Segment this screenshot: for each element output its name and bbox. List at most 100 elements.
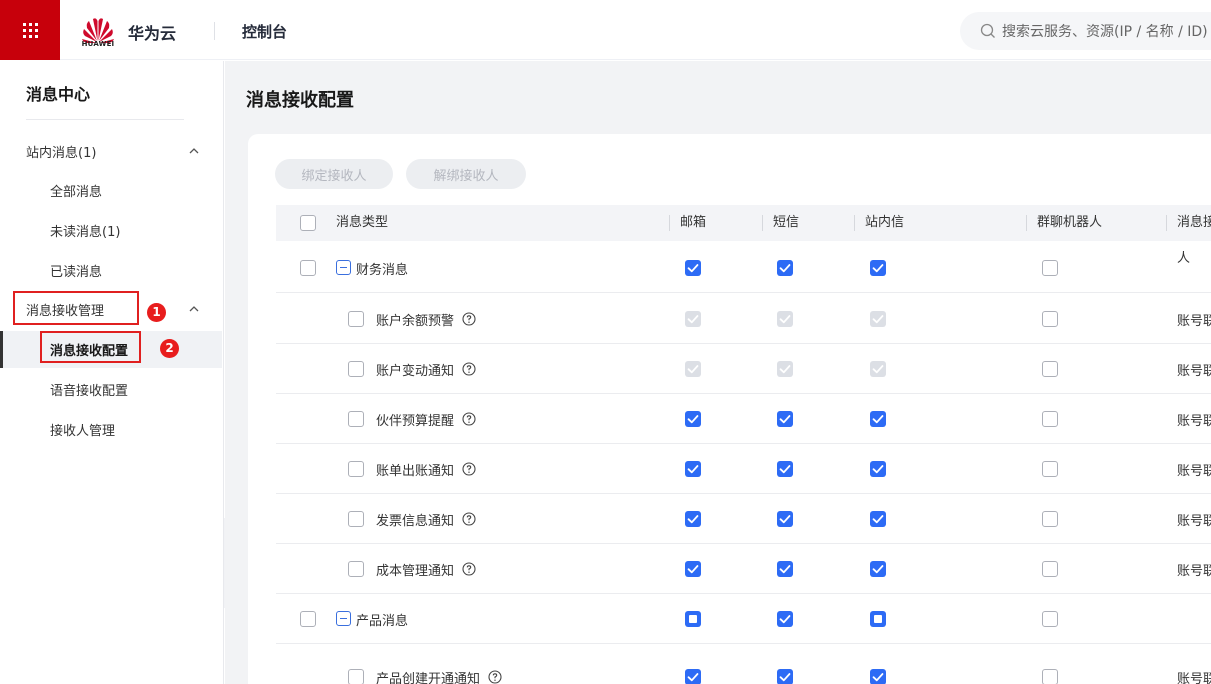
email-checkbox (685, 361, 701, 377)
col-divider (1166, 215, 1167, 231)
email-checkbox[interactable] (685, 611, 701, 627)
receiver-cell: 账号联系人 (1177, 314, 1211, 329)
search-input[interactable]: 搜索云服务、资源(IP / 名称 / ID) (960, 12, 1211, 50)
inbox-checkbox[interactable] (870, 461, 886, 477)
row-select-checkbox[interactable] (348, 669, 364, 684)
col-email: 邮箱 (680, 215, 707, 230)
row-select-checkbox[interactable] (300, 260, 316, 276)
message-type-label: 财务消息 (356, 263, 409, 278)
col-divider (854, 215, 855, 231)
sms-checkbox[interactable] (777, 611, 793, 627)
table-group-row: 财务消息 (276, 243, 1211, 293)
inbox-checkbox[interactable] (870, 260, 886, 276)
group-bot-checkbox[interactable] (1042, 561, 1058, 577)
sms-checkbox[interactable] (777, 461, 793, 477)
sms-checkbox (777, 361, 793, 377)
inbox-checkbox[interactable] (870, 411, 886, 427)
email-checkbox[interactable] (685, 461, 701, 477)
sms-checkbox[interactable] (777, 511, 793, 527)
sidebar-active-indicator (0, 331, 3, 368)
help-circle-icon[interactable] (488, 670, 502, 684)
group-bot-checkbox[interactable] (1042, 511, 1058, 527)
group-bot-checkbox[interactable] (1042, 311, 1058, 327)
unbind-receiver-button[interactable]: 解绑接收人 (406, 159, 526, 189)
group-bot-checkbox[interactable] (1042, 260, 1058, 276)
help-circle-icon[interactable] (462, 412, 476, 426)
sms-checkbox[interactable] (777, 411, 793, 427)
group-bot-checkbox[interactable] (1042, 411, 1058, 427)
row-select-checkbox[interactable] (348, 461, 364, 477)
row-select-checkbox[interactable] (348, 361, 364, 377)
col-group-bot: 群聊机器人 (1037, 215, 1103, 230)
sidebar-item-read[interactable]: 已读消息 (50, 261, 102, 280)
col-inbox: 站内信 (865, 215, 905, 230)
help-circle-icon[interactable] (462, 562, 476, 576)
top-header: HUAWEI 华为云 控制台 搜索云服务、资源(IP / 名称 / ID) (0, 0, 1211, 60)
grid-menu-icon (22, 22, 38, 38)
row-select-checkbox[interactable] (300, 611, 316, 627)
message-type-label: 成本管理通知 (376, 564, 455, 579)
table-header: 消息类型 邮箱 短信 站内信 群聊机器人 消息接收人 (276, 205, 1211, 266)
inbox-checkbox[interactable] (870, 561, 886, 577)
brand-name[interactable]: 华为云 (128, 20, 176, 44)
group-bot-checkbox[interactable] (1042, 461, 1058, 477)
console-link[interactable]: 控制台 (242, 21, 287, 42)
row-select-checkbox[interactable] (348, 561, 364, 577)
group-bot-checkbox[interactable] (1042, 361, 1058, 377)
message-type-label: 账户变动通知 (376, 364, 455, 379)
annotation-badge-2: 2 (160, 339, 179, 358)
chevron-up-icon[interactable] (188, 303, 200, 315)
help-circle-icon[interactable] (462, 462, 476, 476)
inbox-checkbox[interactable] (870, 511, 886, 527)
table-group-row: 产品消息 (276, 594, 1211, 644)
annotation-box-1 (13, 291, 139, 325)
row-select-checkbox[interactable] (348, 511, 364, 527)
email-checkbox[interactable] (685, 669, 701, 684)
email-checkbox[interactable] (685, 511, 701, 527)
inbox-checkbox[interactable] (870, 669, 886, 684)
message-type-label: 产品消息 (356, 614, 409, 629)
table-row: 伙伴预算提醒 账号联系人 (276, 394, 1211, 444)
inbox-checkbox (870, 311, 886, 327)
message-type-label: 发票信息通知 (376, 514, 455, 529)
email-checkbox[interactable] (685, 260, 701, 276)
annotation-box-2 (40, 331, 141, 363)
select-all-checkbox[interactable] (300, 215, 316, 231)
sidebar-item-voice-config[interactable]: 语音接收配置 (50, 380, 128, 399)
email-checkbox[interactable] (685, 561, 701, 577)
page-title: 消息接收配置 (246, 90, 354, 111)
sidebar-group-inbox[interactable]: 站内消息(1) (26, 142, 96, 161)
sidebar-item-unread[interactable]: 未读消息(1) (50, 221, 120, 240)
collapse-minus-icon[interactable] (336, 260, 351, 275)
sms-checkbox[interactable] (777, 561, 793, 577)
chevron-up-icon[interactable] (188, 145, 200, 157)
sidebar-item-receiver-mgmt[interactable]: 接收人管理 (50, 420, 115, 439)
row-select-checkbox[interactable] (348, 411, 364, 427)
help-circle-icon[interactable] (462, 362, 476, 376)
group-bot-checkbox[interactable] (1042, 669, 1058, 684)
help-circle-icon[interactable] (462, 312, 476, 326)
help-circle-icon[interactable] (462, 512, 476, 526)
receiver-cell: 账号联系人 (1177, 672, 1211, 684)
sidebar-title: 消息中心 (26, 85, 91, 104)
collapse-minus-icon[interactable] (336, 611, 351, 626)
group-bot-checkbox[interactable] (1042, 611, 1058, 627)
main-content: 消息接收配置 绑定接收人 解绑接收人 消息类型 邮箱 短信 站内信 群聊机器人 … (225, 61, 1211, 684)
sms-checkbox (777, 311, 793, 327)
table-row: 账户余额预警 账号联系人 (276, 294, 1211, 344)
annotation-badge-1: 1 (147, 303, 166, 322)
inbox-checkbox[interactable] (870, 611, 886, 627)
receiver-cell: 账号联系人 (1177, 514, 1211, 529)
email-checkbox[interactable] (685, 411, 701, 427)
bind-receiver-button[interactable]: 绑定接收人 (275, 159, 393, 189)
search-placeholder: 搜索云服务、资源(IP / 名称 / ID) (1002, 24, 1208, 40)
receiver-cell: 账号联系人 (1177, 414, 1211, 429)
row-select-checkbox[interactable] (348, 311, 364, 327)
sms-checkbox[interactable] (777, 669, 793, 684)
sms-checkbox[interactable] (777, 260, 793, 276)
col-sms: 短信 (773, 215, 800, 230)
receiver-cell: 账号联系人 (1177, 564, 1211, 579)
message-type-label: 伙伴预算提醒 (376, 414, 455, 429)
sidebar-item-all-messages[interactable]: 全部消息 (50, 181, 102, 200)
service-menu-button[interactable] (0, 0, 60, 60)
